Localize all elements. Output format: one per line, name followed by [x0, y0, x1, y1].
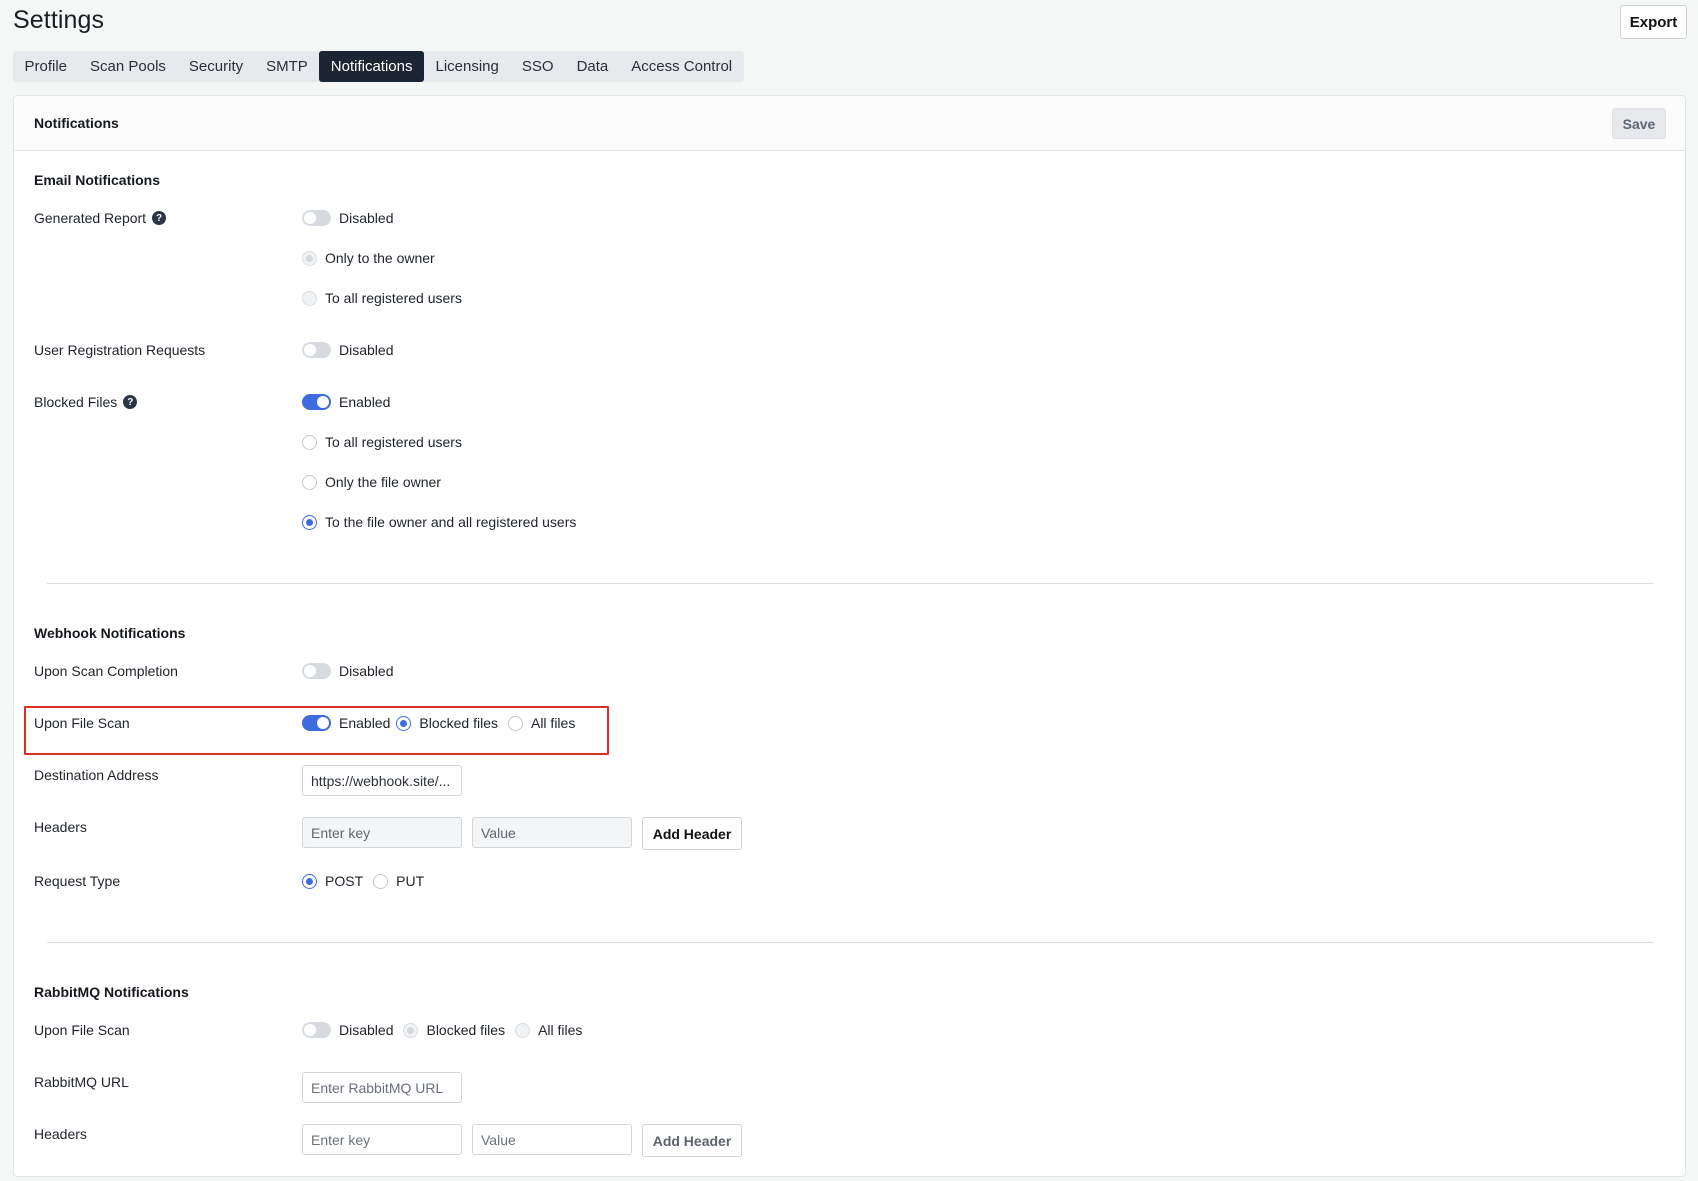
rabbitmq-url-label: RabbitMQ URL: [34, 1074, 129, 1090]
radio-put[interactable]: [373, 873, 389, 889]
destination-address-input[interactable]: [302, 765, 462, 796]
radio-post[interactable]: [302, 873, 317, 889]
webhook-file-scan-label: Upon File Scan: [34, 715, 130, 731]
radio-webhook-blocked-files-label: Blocked files: [419, 715, 498, 731]
rabbitmq-headers-label: Headers: [34, 1126, 87, 1142]
radio-rabbitmq-all-files-label: All files: [538, 1022, 583, 1038]
user-registration-state: Disabled: [339, 342, 394, 358]
question-circle-icon[interactable]: ?: [123, 395, 138, 409]
radio-blocked-file-owner[interactable]: [302, 474, 317, 490]
radio-webhook-blocked-files[interactable]: [396, 715, 412, 731]
blocked-files-label: Blocked Files ?: [34, 394, 138, 410]
page-title: Settings: [13, 6, 105, 34]
radio-webhook-all-files[interactable]: [507, 715, 523, 731]
scan-completion-state: Disabled: [339, 663, 394, 679]
tab-data[interactable]: Data: [565, 51, 620, 82]
blocked-files-option-all: To all registered users: [302, 434, 462, 450]
radio-all-registered[interactable]: [302, 290, 317, 306]
generated-report-option-owner: Only to the owner: [302, 250, 435, 266]
radio-rabbitmq-blocked-files[interactable]: [403, 1022, 419, 1038]
generated-report-toggle-row: Disabled: [302, 210, 393, 226]
user-registration-toggle-row: Disabled: [302, 342, 393, 358]
scan-completion-label: Upon Scan Completion: [34, 663, 178, 679]
radio-blocked-owner-and-all-label: To the file owner and all registered use…: [325, 514, 577, 530]
section-divider: [47, 942, 1653, 943]
rabbitmq-file-scan-row: Disabled Blocked files All files: [302, 1022, 582, 1038]
user-registration-label: User Registration Requests: [34, 342, 206, 358]
tab-smtp[interactable]: SMTP: [255, 51, 320, 82]
save-button[interactable]: Save: [1612, 108, 1666, 139]
generated-report-text: Generated Report: [34, 210, 147, 226]
blocked-files-toggle-row: Enabled: [302, 394, 390, 410]
rabbitmq-file-scan-toggle[interactable]: [302, 1022, 331, 1038]
radio-rabbitmq-all-files[interactable]: [515, 1022, 531, 1038]
export-button[interactable]: Export: [1620, 5, 1687, 39]
tab-security[interactable]: Security: [177, 51, 254, 82]
tab-access-control[interactable]: Access Control: [620, 51, 744, 82]
generated-report-label: Generated Report ?: [34, 210, 167, 226]
generated-report-toggle[interactable]: [302, 210, 331, 226]
webhook-file-scan-row: Enabled Blocked files All files: [302, 715, 575, 731]
radio-blocked-file-owner-label: Only the file owner: [325, 474, 441, 490]
radio-only-owner-label: Only to the owner: [325, 250, 435, 266]
scan-completion-toggle[interactable]: [302, 663, 331, 679]
tab-scan-pools[interactable]: Scan Pools: [79, 51, 178, 82]
card-title: Notifications: [34, 115, 119, 131]
webhook-header-value-input[interactable]: [472, 817, 632, 848]
user-registration-toggle[interactable]: [302, 342, 331, 358]
generated-report-option-all: To all registered users: [302, 290, 462, 306]
blocked-files-state: Enabled: [339, 394, 391, 410]
card-header: Notifications Save: [14, 96, 1685, 151]
radio-put-label: PUT: [396, 873, 425, 889]
webhook-section-title: Webhook Notifications: [34, 625, 186, 641]
blocked-files-option-both: To the file owner and all registered use…: [302, 514, 576, 530]
question-circle-icon[interactable]: ?: [152, 211, 167, 225]
radio-all-registered-label: To all registered users: [325, 290, 462, 306]
request-type-row: POST PUT: [302, 873, 424, 889]
radio-blocked-all-registered-label: To all registered users: [325, 434, 462, 450]
tab-notifications[interactable]: Notifications: [319, 51, 424, 82]
request-type-label: Request Type: [34, 873, 121, 889]
tab-profile[interactable]: Profile: [13, 51, 79, 82]
webhook-file-scan-toggle[interactable]: [302, 715, 331, 731]
generated-report-state: Disabled: [339, 210, 394, 226]
scan-completion-toggle-row: Disabled: [302, 663, 393, 679]
radio-only-owner[interactable]: [302, 250, 317, 266]
webhook-headers-label: Headers: [34, 819, 87, 835]
settings-tabs: Profile Scan Pools Security SMTP Notific…: [13, 51, 744, 82]
email-section-title: Email Notifications: [34, 172, 161, 188]
rabbitmq-file-scan-state: Disabled: [339, 1022, 394, 1038]
radio-webhook-all-files-label: All files: [530, 715, 576, 731]
blocked-files-text: Blocked Files: [34, 394, 118, 410]
notifications-card: Notifications Save Email Notifications G…: [13, 95, 1686, 1177]
radio-blocked-all-registered[interactable]: [302, 434, 317, 450]
blocked-files-option-owner: Only the file owner: [302, 474, 441, 490]
rabbitmq-section-title: RabbitMQ Notifications: [34, 984, 189, 1000]
tab-sso[interactable]: SSO: [510, 51, 565, 82]
radio-blocked-owner-and-all[interactable]: [302, 514, 317, 530]
webhook-header-key-input[interactable]: [302, 817, 462, 848]
radio-rabbitmq-blocked-files-label: Blocked files: [426, 1022, 506, 1038]
rabbitmq-url-input[interactable]: [302, 1072, 462, 1103]
radio-post-label: POST: [325, 873, 364, 889]
rabbitmq-header-value-input[interactable]: [472, 1124, 632, 1155]
section-divider: [47, 583, 1653, 584]
blocked-files-toggle[interactable]: [302, 394, 331, 410]
destination-address-label: Destination Address: [34, 767, 159, 783]
rabbitmq-add-header-button[interactable]: Add Header: [642, 1124, 742, 1157]
rabbitmq-header-key-input[interactable]: [302, 1124, 462, 1155]
rabbitmq-file-scan-label: Upon File Scan: [34, 1022, 130, 1038]
tab-licensing[interactable]: Licensing: [424, 51, 510, 82]
webhook-add-header-button[interactable]: Add Header: [642, 817, 742, 850]
webhook-file-scan-state: Enabled: [339, 715, 391, 731]
